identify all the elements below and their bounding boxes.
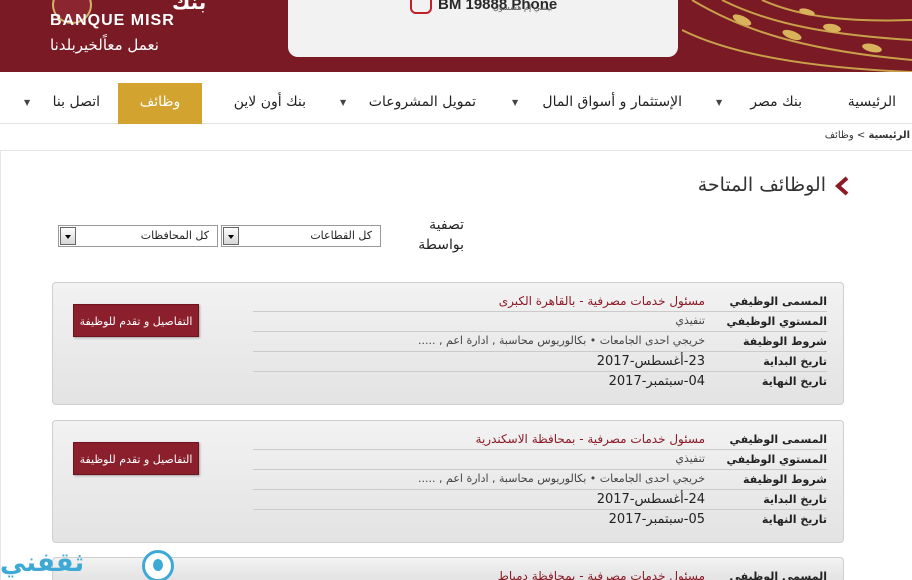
job-title-label: المسمى الوظيفي [729, 295, 828, 308]
job-end-value: 04-سبتمبر-2017 [608, 374, 705, 389]
logo-english-name: BANQUE MISR [50, 12, 175, 29]
job-row-start: تاريخ البداية 24-أغسطس-2017 [253, 490, 827, 510]
job-level-label: المستوي الوظيفي [726, 453, 827, 466]
phone-banking-banner[interactable]: BM 19888 Phone بيسي إم هسسون [288, 0, 678, 57]
job-start-label: تاريخ البداية [763, 493, 827, 506]
bank-logo[interactable]: بنك BANQUE MISR نعمل معاًلخيربلدنا [42, 0, 242, 72]
nav-item-project-finance[interactable]: تمويل المشروعات [369, 83, 476, 124]
breadcrumb: الرئيسية > وظائف [825, 130, 910, 141]
job-row-level: المستوي الوظيفي تنفيذي [253, 450, 827, 470]
banner-subtitle: بيسي إم هسسون [493, 3, 553, 12]
job-row-conditions: شروط الوظيفة خريجي احدى الجامعات • بكالو… [253, 470, 827, 490]
breadcrumb-separator: > [856, 130, 866, 141]
filter-label: تصفية بواسطة [418, 217, 464, 253]
job-title-value[interactable]: مسئول خدمات مصرفية - بمحافظة دمياط [498, 569, 705, 580]
governorate-select-value: كل المحافظات [140, 229, 209, 242]
job-conditions-value: خريجي احدى الجامعات • بكالوريوس محاسبة ,… [418, 472, 705, 485]
chevron-down-icon[interactable]: ▼ [716, 83, 722, 124]
job-card: التفاصيل و تقدم للوظيفة المسمى الوظيفي م… [52, 420, 844, 543]
nav-item-home[interactable]: الرئيسية [848, 83, 896, 124]
lightbulb-icon [142, 550, 174, 580]
job-end-value: 05-سبتمبر-2017 [608, 512, 705, 527]
job-row-level: المستوي الوظيفي تنفيذي [253, 312, 827, 332]
breadcrumb-current: وظائف [824, 130, 854, 141]
watermark-text: ثقفني [0, 548, 85, 578]
job-row-start: تاريخ البداية 23-أغسطس-2017 [253, 352, 827, 372]
job-title-label: المسمى الوظيفي [729, 570, 828, 580]
site-header: بنك BANQUE MISR نعمل معاًلخيربلدنا BM 19… [0, 0, 912, 72]
job-row-end: تاريخ النهاية 04-سبتمبر-2017 [253, 372, 827, 392]
dropdown-arrow-icon[interactable] [223, 227, 239, 245]
page-title: الوظائف المتاحة [697, 174, 826, 196]
sector-select-value: كل القطاعات [310, 229, 372, 242]
chevron-left-icon [834, 176, 849, 196]
chevron-down-icon[interactable]: ▼ [512, 83, 518, 124]
job-apply-button[interactable]: التفاصيل و تقدم للوظيفة [73, 442, 199, 475]
job-row-title: المسمى الوظيفي مسئول خدمات مصرفية - بمحا… [253, 430, 827, 450]
logo-tagline: نعمل معاًلخيربلدنا [50, 36, 159, 54]
job-end-label: تاريخ النهاية [761, 375, 827, 388]
job-row-conditions: شروط الوظيفة خريجي احدى الجامعات • بكالو… [253, 332, 827, 352]
job-end-label: تاريخ النهاية [761, 513, 827, 526]
dropdown-arrow-icon[interactable] [60, 227, 76, 245]
job-apply-button[interactable]: التفاصيل و تقدم للوظيفة [73, 304, 199, 337]
nav-item-jobs[interactable]: وظائف [118, 83, 202, 124]
chevron-down-icon[interactable]: ▼ [340, 83, 346, 124]
job-title-value[interactable]: مسئول خدمات مصرفية - بمحافظة الاسكندرية [476, 432, 705, 446]
job-row-title: المسمى الوظيفي مسئول خدمات مصرفية - بمحا… [253, 567, 827, 580]
job-title-value[interactable]: مسئول خدمات مصرفية - بالقاهرة الكبرى [499, 294, 705, 308]
chevron-down-icon[interactable]: ▼ [24, 83, 30, 124]
job-row-end: تاريخ النهاية 05-سبتمبر-2017 [253, 510, 827, 530]
job-card: التفاصيل و تقدم للوظيفة المسمى الوظيفي م… [52, 282, 844, 405]
job-conditions-label: شروط الوظيفة [743, 335, 827, 348]
job-level-value: تنفيذي [675, 314, 705, 327]
logo-arabic-name: بنك [172, 0, 207, 14]
nav-item-online-banking[interactable]: بنك أون لاين [234, 83, 306, 124]
job-title-label: المسمى الوظيفي [729, 433, 828, 446]
breadcrumb-home[interactable]: الرئيسية [868, 130, 910, 141]
nav-item-investment[interactable]: الإستثمار و أسواق المال [542, 83, 682, 124]
job-conditions-label: شروط الوظيفة [743, 473, 827, 486]
governorate-select[interactable]: كل المحافظات [58, 225, 218, 247]
main-navigation: الرئيسية بنك مصر ▼ الإستثمار و أسواق الم… [0, 83, 912, 124]
sector-select[interactable]: كل القطاعات [221, 225, 381, 247]
wheat-decoration-icon [682, 0, 912, 72]
job-start-label: تاريخ البداية [763, 355, 827, 368]
bm-phone-icon [410, 0, 432, 14]
site-watermark: ثقفني [0, 548, 200, 580]
job-level-value: تنفيذي [675, 452, 705, 465]
job-level-label: المستوي الوظيفي [726, 315, 827, 328]
job-start-value: 23-أغسطس-2017 [596, 354, 705, 369]
nav-item-banque-misr[interactable]: بنك مصر [750, 83, 802, 124]
nav-item-contact[interactable]: اتصل بنا [53, 83, 100, 124]
job-conditions-value: خريجي احدى الجامعات • بكالوريوس محاسبة ,… [418, 334, 705, 347]
job-start-value: 24-أغسطس-2017 [596, 492, 705, 507]
job-row-title: المسمى الوظيفي مسئول خدمات مصرفية - بالق… [253, 292, 827, 312]
